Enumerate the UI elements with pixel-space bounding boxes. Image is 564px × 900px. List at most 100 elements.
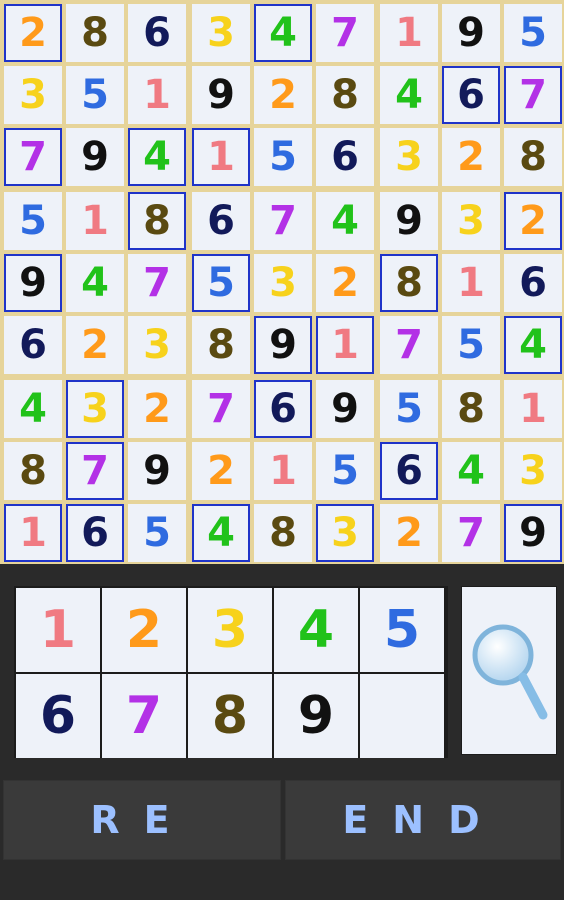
sudoku-cell[interactable]: 1 — [442, 254, 500, 312]
sudoku-cell[interactable]: 1 — [504, 380, 562, 438]
keypad-number-2[interactable]: 2 — [102, 588, 186, 672]
sudoku-cell[interactable]: 3 — [66, 380, 124, 438]
keypad-number-9[interactable]: 9 — [274, 674, 358, 758]
sudoku-cell[interactable]: 7 — [66, 442, 124, 500]
sudoku-cell[interactable]: 3 — [442, 192, 500, 250]
bottom-strip — [0, 860, 564, 900]
magnifier-icon — [472, 624, 548, 719]
sudoku-cell[interactable]: 9 — [66, 128, 124, 186]
sudoku-cell[interactable]: 4 — [4, 380, 62, 438]
sudoku-cell[interactable]: 8 — [442, 380, 500, 438]
sudoku-cell[interactable]: 1 — [192, 128, 250, 186]
sudoku-cell[interactable]: 1 — [380, 4, 438, 62]
sudoku-cell[interactable]: 6 — [380, 442, 438, 500]
sudoku-cell[interactable]: 5 — [66, 66, 124, 124]
sudoku-cell[interactable]: 5 — [442, 316, 500, 374]
sudoku-cell[interactable]: 7 — [380, 316, 438, 374]
sudoku-cell[interactable]: 2 — [442, 128, 500, 186]
sudoku-cell[interactable]: 2 — [316, 254, 374, 312]
sudoku-cell[interactable]: 1 — [66, 192, 124, 250]
sudoku-cell[interactable]: 5 — [316, 442, 374, 500]
sudoku-cell[interactable]: 7 — [128, 254, 186, 312]
sudoku-cell[interactable]: 7 — [316, 4, 374, 62]
sudoku-cell[interactable]: 9 — [380, 192, 438, 250]
sudoku-cell[interactable]: 8 — [316, 66, 374, 124]
sudoku-cell[interactable]: 3 — [380, 128, 438, 186]
sudoku-cell[interactable]: 4 — [380, 66, 438, 124]
sudoku-cell[interactable]: 4 — [254, 4, 312, 62]
sudoku-cell[interactable]: 2 — [4, 4, 62, 62]
sudoku-cell[interactable]: 5 — [128, 504, 186, 562]
end-button[interactable]: END — [285, 780, 561, 860]
sudoku-cell[interactable]: 6 — [192, 192, 250, 250]
sudoku-cell[interactable]: 8 — [4, 442, 62, 500]
sudoku-cell[interactable]: 3 — [128, 316, 186, 374]
sudoku-cell[interactable]: 8 — [192, 316, 250, 374]
restart-label: RE — [90, 798, 194, 842]
restart-button[interactable]: RE — [3, 780, 281, 860]
sudoku-cell[interactable]: 3 — [192, 4, 250, 62]
sudoku-cell[interactable]: 2 — [380, 504, 438, 562]
sudoku-cell[interactable]: 8 — [504, 128, 562, 186]
sudoku-cell[interactable]: 7 — [192, 380, 250, 438]
sudoku-cell[interactable]: 3 — [254, 254, 312, 312]
end-label: END — [342, 798, 504, 842]
keypad-number-1[interactable]: 1 — [16, 588, 100, 672]
sudoku-cell[interactable]: 8 — [380, 254, 438, 312]
sudoku-cell[interactable]: 9 — [442, 4, 500, 62]
sudoku-cell[interactable]: 6 — [254, 380, 312, 438]
sudoku-cell[interactable]: 3 — [504, 442, 562, 500]
sudoku-cell[interactable]: 5 — [380, 380, 438, 438]
sudoku-cell[interactable]: 6 — [66, 504, 124, 562]
sudoku-cell[interactable]: 2 — [66, 316, 124, 374]
sudoku-cell[interactable]: 6 — [128, 4, 186, 62]
sudoku-cell[interactable]: 2 — [128, 380, 186, 438]
sudoku-cell[interactable]: 2 — [254, 66, 312, 124]
sudoku-cell[interactable]: 6 — [442, 66, 500, 124]
sudoku-cell[interactable]: 5 — [504, 4, 562, 62]
sudoku-cell[interactable]: 5 — [254, 128, 312, 186]
sudoku-cell[interactable]: 1 — [4, 504, 62, 562]
sudoku-cell[interactable]: 2 — [504, 192, 562, 250]
hint-button[interactable] — [461, 586, 557, 755]
sudoku-cell[interactable]: 5 — [4, 192, 62, 250]
keypad-number-6[interactable]: 6 — [16, 674, 100, 758]
sudoku-cell[interactable]: 6 — [316, 128, 374, 186]
sudoku-cell[interactable]: 1 — [128, 66, 186, 124]
sudoku-cell[interactable]: 8 — [66, 4, 124, 62]
sudoku-cell[interactable]: 9 — [254, 316, 312, 374]
sudoku-cell[interactable]: 6 — [504, 254, 562, 312]
keypad-empty — [360, 674, 444, 758]
keypad-number-5[interactable]: 5 — [360, 588, 444, 672]
sudoku-cell[interactable]: 4 — [316, 192, 374, 250]
sudoku-cell[interactable]: 4 — [442, 442, 500, 500]
sudoku-cell[interactable]: 5 — [192, 254, 250, 312]
sudoku-cell[interactable]: 1 — [254, 442, 312, 500]
sudoku-cell[interactable]: 4 — [128, 128, 186, 186]
sudoku-cell[interactable]: 3 — [4, 66, 62, 124]
keypad-number-8[interactable]: 8 — [188, 674, 272, 758]
sudoku-cell[interactable]: 7 — [4, 128, 62, 186]
sudoku-cell[interactable]: 4 — [66, 254, 124, 312]
keypad-number-4[interactable]: 4 — [274, 588, 358, 672]
sudoku-cell[interactable]: 9 — [504, 504, 562, 562]
sudoku-cell[interactable]: 1 — [316, 316, 374, 374]
sudoku-cell[interactable]: 8 — [254, 504, 312, 562]
sudoku-cell[interactable]: 9 — [316, 380, 374, 438]
sudoku-cell[interactable]: 9 — [128, 442, 186, 500]
sudoku-cell[interactable]: 3 — [316, 504, 374, 562]
sudoku-cell[interactable]: 6 — [4, 316, 62, 374]
sudoku-cell[interactable]: 7 — [504, 66, 562, 124]
sudoku-cell[interactable]: 8 — [128, 192, 186, 250]
sudoku-cell[interactable]: 4 — [504, 316, 562, 374]
number-keypad: 12345 6789 — [14, 586, 448, 758]
sudoku-cell[interactable]: 9 — [4, 254, 62, 312]
keypad-number-7[interactable]: 7 — [102, 674, 186, 758]
sudoku-cell[interactable]: 7 — [254, 192, 312, 250]
keypad-number-3[interactable]: 3 — [188, 588, 272, 672]
sudoku-cell[interactable]: 9 — [192, 66, 250, 124]
sudoku-cell[interactable]: 7 — [442, 504, 500, 562]
sudoku-cell[interactable]: 4 — [192, 504, 250, 562]
sudoku-cell[interactable]: 2 — [192, 442, 250, 500]
sudoku-board: 2863471953519284677941563285186749329475… — [0, 0, 564, 564]
